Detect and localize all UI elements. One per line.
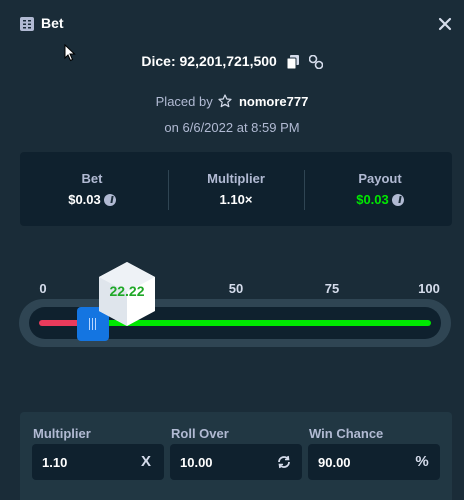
stat-bet-value-row: $0.03	[20, 192, 164, 207]
stat-bet-value: $0.03	[68, 192, 101, 207]
rollover-label: Roll Over	[171, 426, 229, 441]
dice-id-row: Dice: 92,201,721,500	[0, 53, 464, 72]
tick-label: 75	[324, 281, 340, 296]
username-link[interactable]: nomore777	[239, 94, 308, 109]
swap-icon[interactable]	[276, 454, 292, 470]
slider-track	[29, 307, 441, 341]
tick-label: 50	[228, 281, 244, 296]
tick-label: 0	[39, 281, 47, 296]
rollover-input[interactable]: 10.00	[170, 444, 302, 480]
stat-payout-label: Payout	[358, 171, 402, 186]
copy-icon[interactable]	[286, 55, 299, 72]
stat-multiplier-value: 1.10×	[219, 192, 253, 207]
stat-multiplier-label: Multiplier	[207, 171, 265, 186]
close-icon[interactable]	[437, 16, 453, 32]
slider-ticks: 0 25 50 75 100	[0, 281, 464, 299]
roll-result: 22.22	[109, 283, 145, 299]
winchance-input[interactable]: 90.00 %	[308, 444, 440, 480]
receipt-icon	[20, 17, 34, 31]
bet-inputs-panel: Multiplier 1.10 X Roll Over 10.00 Win Ch…	[20, 412, 452, 500]
dice-id: Dice: 92,201,721,500	[141, 53, 277, 69]
placed-by-row: Placed by nomore777	[0, 94, 464, 109]
bet-date: on 6/6/2022 at 8:59 PM	[164, 120, 300, 135]
multiplier-input[interactable]: 1.10 X	[32, 444, 164, 480]
multiplier-input-value: 1.10	[42, 455, 68, 470]
placed-by-label: Placed by	[155, 94, 213, 109]
winchance-label: Win Chance	[309, 426, 384, 441]
rollover-input-value: 10.00	[180, 455, 213, 470]
stat-bet-label: Bet	[81, 171, 103, 186]
divider	[304, 170, 305, 210]
multiply-icon: X	[140, 453, 151, 470]
bet-stats-panel: Bet $0.03 Multiplier 1.10× Payout $0.03	[20, 152, 452, 226]
tick-label: 100	[418, 281, 440, 296]
stat-bet: Bet $0.03	[20, 152, 164, 226]
stat-multiplier: Multiplier 1.10×	[164, 152, 308, 226]
litecoin-icon	[391, 194, 404, 206]
star-icon	[218, 94, 232, 108]
winchance-input-value: 90.00	[318, 455, 351, 470]
modal-title: Bet	[41, 15, 64, 31]
stat-payout-value-row: $0.03	[308, 192, 452, 207]
stat-payout: Payout $0.03	[308, 152, 452, 226]
multiplier-label: Multiplier	[33, 426, 91, 441]
percent-icon: %	[415, 453, 429, 470]
stat-payout-value: $0.03	[356, 192, 389, 207]
dice-slider[interactable]	[19, 299, 451, 347]
litecoin-icon	[103, 194, 116, 206]
modal-header: Bet	[0, 0, 464, 48]
link-icon[interactable]	[308, 54, 323, 72]
